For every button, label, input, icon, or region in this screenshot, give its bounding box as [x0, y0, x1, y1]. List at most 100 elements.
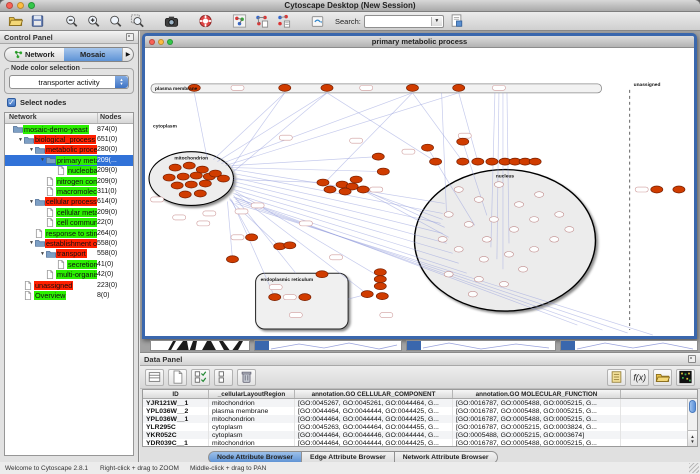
network-node[interactable]: [444, 212, 453, 218]
selected-network-node[interactable]: [246, 234, 258, 241]
edge[interactable]: [459, 93, 478, 162]
selected-network-node[interactable]: [651, 186, 663, 193]
selected-network-node[interactable]: [422, 144, 434, 151]
selected-network-node[interactable]: [372, 153, 384, 160]
zoom-fit-icon[interactable]: [107, 13, 124, 29]
selected-network-node[interactable]: [177, 173, 189, 180]
network-node[interactable]: [474, 276, 483, 282]
table-row[interactable]: YDR039C__1mitochondrion[GO:0044464, GO:0…: [143, 439, 697, 447]
column-header[interactable]: annotation.GO CELLULAR_COMPONENT: [295, 390, 453, 398]
tree-row[interactable]: macromolecule311(0): [5, 186, 133, 196]
save-session-icon[interactable]: [29, 13, 46, 29]
selected-network-node[interactable]: [350, 176, 362, 183]
selected-network-node[interactable]: [430, 158, 442, 165]
column-header[interactable]: _cellularLayoutRegion: [209, 390, 295, 398]
selected-network-node[interactable]: [190, 172, 202, 179]
delete-attribute-icon[interactable]: [237, 369, 256, 386]
selected-network-node[interactable]: [457, 158, 469, 165]
vizmapper-icon[interactable]: [231, 13, 248, 29]
selected-network-node[interactable]: [194, 190, 206, 197]
annotation-edge-icon[interactable]: [275, 13, 292, 29]
selected-network-node[interactable]: [226, 256, 238, 263]
selected-network-node[interactable]: [486, 158, 498, 165]
selected-network-node[interactable]: [374, 276, 386, 283]
table-row[interactable]: YPL036W__2plasma membrane[GO:0044464, GO…: [143, 407, 697, 415]
tree-row[interactable]: secretion41(0): [5, 259, 133, 269]
zoom-out-icon[interactable]: [63, 13, 80, 29]
edge[interactable]: [327, 93, 436, 162]
background-network-label-fragment[interactable]: [150, 340, 250, 351]
selected-network-node[interactable]: [269, 294, 281, 301]
zoom-selected-icon[interactable]: [129, 13, 146, 29]
selected-network-node[interactable]: [472, 158, 484, 165]
edge[interactable]: [233, 93, 327, 172]
selected-network-node[interactable]: [374, 269, 386, 276]
selected-network-node[interactable]: [453, 84, 465, 91]
search-combobox[interactable]: ▼: [364, 15, 444, 28]
column-header[interactable]: ID: [143, 390, 209, 398]
edge[interactable]: [227, 201, 232, 259]
tab-overflow-arrow-icon[interactable]: ▶: [122, 48, 133, 61]
network-node[interactable]: [438, 237, 447, 243]
heatmap-icon[interactable]: [676, 369, 695, 386]
column-header[interactable]: annotation.GO MOLECULAR_FUNCTION: [453, 390, 621, 398]
network-node[interactable]: [555, 212, 564, 218]
manage-plugins-icon[interactable]: [309, 13, 326, 29]
selected-network-node[interactable]: [199, 180, 211, 187]
selected-network-node[interactable]: [183, 162, 195, 169]
network-node[interactable]: [489, 217, 498, 223]
network-node[interactable]: [530, 217, 539, 223]
selected-network-node[interactable]: [374, 283, 386, 290]
open-session-icon[interactable]: [7, 13, 24, 29]
edge[interactable]: [225, 93, 458, 166]
scrollbar-thumb[interactable]: [689, 400, 696, 413]
scrollbar-arrows[interactable]: ▲▼: [688, 430, 697, 446]
selected-network-node[interactable]: [279, 84, 291, 91]
help-icon[interactable]: [197, 13, 214, 29]
new-attribute-icon[interactable]: [168, 369, 187, 386]
background-window-fragment[interactable]: [560, 340, 698, 351]
background-window-fragment[interactable]: [254, 340, 402, 351]
disclosure-triangle-icon[interactable]: ▼: [17, 137, 24, 143]
float-panel-icon[interactable]: [126, 33, 134, 41]
network-node[interactable]: [468, 291, 477, 297]
network-node[interactable]: [504, 251, 513, 257]
network-node[interactable]: [454, 187, 463, 193]
selected-network-node[interactable]: [339, 188, 351, 195]
selected-network-node[interactable]: [324, 186, 336, 193]
plasma-membrane-region[interactable]: [151, 84, 601, 93]
network-node[interactable]: [535, 192, 544, 198]
search-input[interactable]: [365, 16, 429, 27]
network-node[interactable]: [550, 237, 559, 243]
network-node[interactable]: [530, 247, 539, 253]
edge[interactable]: [194, 93, 207, 160]
selected-network-node[interactable]: [179, 191, 191, 198]
select-nodes-checkbox[interactable]: ✓: [7, 98, 16, 107]
disclosure-triangle-icon[interactable]: ▼: [28, 199, 35, 205]
edge[interactable]: [412, 93, 462, 162]
node-color-dropdown[interactable]: transporter activity ▲▼: [9, 75, 129, 89]
network-node[interactable]: [565, 227, 574, 233]
table-row[interactable]: YPL036W__1mitochondrion[GO:0044464, GO:0…: [143, 415, 697, 423]
selected-network-node[interactable]: [171, 182, 183, 189]
selected-network-node[interactable]: [361, 291, 373, 298]
selected-network-node[interactable]: [377, 168, 389, 175]
table-row[interactable]: YLR295Ccytoplasm[GO:0045263, GO:0044464,…: [143, 423, 697, 431]
network-node[interactable]: [444, 271, 453, 277]
network-node[interactable]: [519, 266, 528, 272]
network-node[interactable]: [454, 247, 463, 253]
tree-row[interactable]: cell communicat22(0): [5, 218, 133, 228]
formula-builder-icon[interactable]: f(x): [630, 369, 649, 386]
network-node[interactable]: [474, 197, 483, 203]
zoom-in-icon[interactable]: [85, 13, 102, 29]
tree-row[interactable]: unassigned223(0): [5, 280, 133, 290]
unselect-attributes-icon[interactable]: [214, 369, 233, 386]
snapshot-icon[interactable]: [163, 13, 180, 29]
import-attributes-icon[interactable]: [653, 369, 672, 386]
background-window-fragment[interactable]: [406, 340, 556, 351]
float-panel-icon[interactable]: [688, 355, 696, 363]
table-scrollbar[interactable]: ▲▼: [687, 399, 697, 446]
tree-row[interactable]: ▼transport558(0): [5, 249, 133, 259]
tab-mosaic[interactable]: Mosaic: [64, 48, 123, 61]
window-titlebar[interactable]: Cytoscape Desktop (New Session): [0, 0, 700, 12]
